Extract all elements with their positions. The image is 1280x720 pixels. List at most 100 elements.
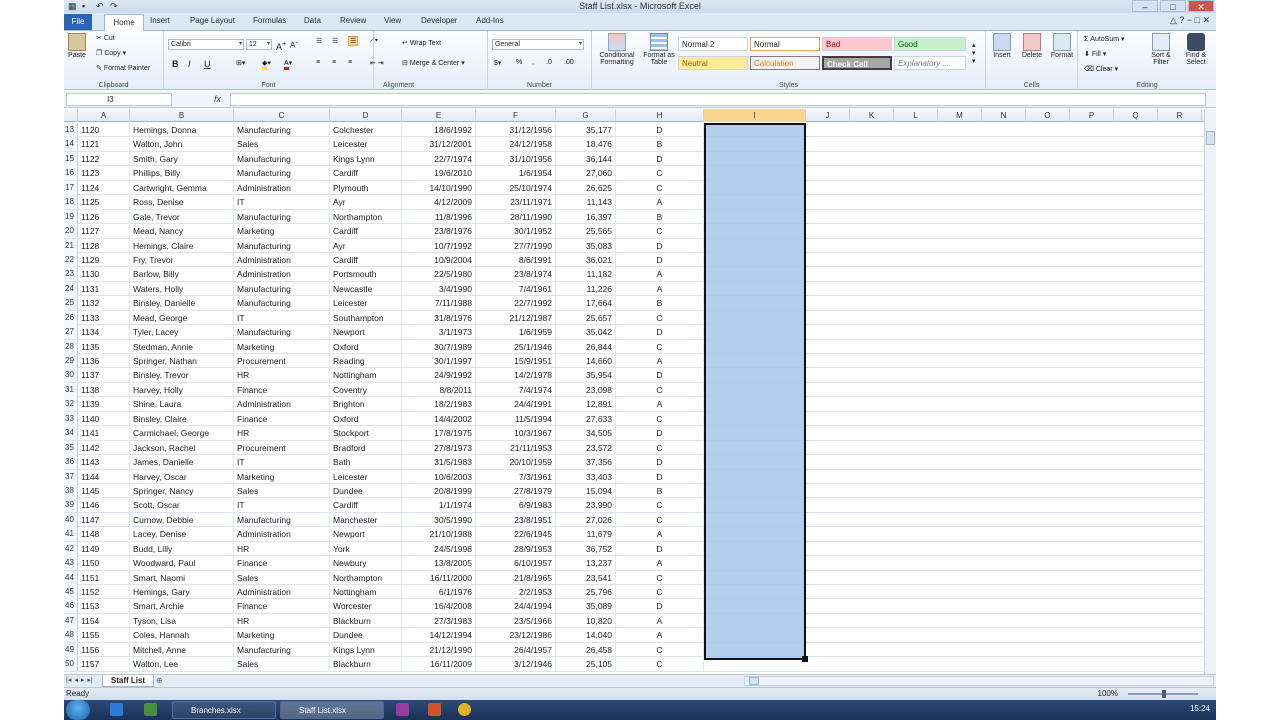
cell-department[interactable]: Marketing xyxy=(234,224,330,239)
row-header[interactable]: 26 xyxy=(64,310,78,325)
cell-salary[interactable]: 16,397 xyxy=(556,209,616,224)
cell-start-date[interactable]: 6/1/1976 xyxy=(402,585,476,599)
cell-department[interactable]: Administration xyxy=(234,252,330,267)
cell-grade[interactable]: D xyxy=(616,123,704,137)
cell-start-date[interactable]: 4/12/2009 xyxy=(402,195,476,210)
cell-grade[interactable]: A xyxy=(616,281,704,296)
cell-salary[interactable]: 10,820 xyxy=(556,613,616,628)
align-middle-button[interactable]: ☰ xyxy=(332,37,338,45)
tab-add-ins[interactable]: Add-Ins xyxy=(476,16,504,25)
font-size-combo[interactable]: 12 ▾ xyxy=(246,39,272,50)
table-row[interactable]: 26 1133 Mead, George IT Southampton 31/8/1976… xyxy=(64,310,1204,326)
cell-salary[interactable]: 12,891 xyxy=(556,397,616,412)
cell-id[interactable]: 1151 xyxy=(78,570,130,585)
indent-button[interactable]: ⇤ ⇥ xyxy=(370,59,384,67)
cell-name[interactable]: Harvey, Holly xyxy=(130,382,234,397)
cell-salary[interactable]: 25,796 xyxy=(556,585,616,599)
row-header[interactable]: 17 xyxy=(64,180,78,195)
cell-name[interactable]: Springer, Nancy xyxy=(130,483,234,498)
table-row[interactable]: 49 1156 Mitchell, Anne Manufacturing Kings L… xyxy=(64,642,1204,658)
row-header[interactable]: 31 xyxy=(64,382,78,397)
cell-name[interactable]: Shine, Laura xyxy=(130,397,234,412)
cell-id[interactable]: 1146 xyxy=(78,498,130,513)
zoom-level[interactable]: 100% xyxy=(1098,689,1118,698)
cell-grade[interactable]: D xyxy=(616,252,704,267)
cell-id[interactable]: 1135 xyxy=(78,339,130,354)
column-header-l[interactable]: L xyxy=(894,109,938,122)
cell-department[interactable]: HR xyxy=(234,613,330,628)
cell-birth-date[interactable]: 28/9/1953 xyxy=(476,541,556,556)
cell-department[interactable]: Procurement xyxy=(234,354,330,368)
cell-name[interactable]: Mitchell, Anne xyxy=(130,642,234,657)
table-row[interactable]: 28 1135 Stedman, Annie Marketing Oxford 30/7/… xyxy=(64,339,1204,354)
cell-department[interactable]: Manufacturing xyxy=(234,642,330,657)
cell-branch[interactable]: York xyxy=(330,541,402,556)
cell-department[interactable]: Manufacturing xyxy=(234,325,330,340)
cell-grade[interactable]: D xyxy=(616,238,704,253)
cell-grade[interactable]: B xyxy=(616,209,704,224)
cell-start-date[interactable]: 3/4/1990 xyxy=(402,281,476,296)
cell-birth-date[interactable]: 22/6/1945 xyxy=(476,527,556,542)
cell-grade[interactable]: C xyxy=(616,512,704,527)
table-row[interactable]: 40 1147 Curnow, Debbie Manufacturing Manches… xyxy=(64,512,1204,528)
cell-salary[interactable]: 25,565 xyxy=(556,224,616,239)
cell-id[interactable]: 1132 xyxy=(78,296,130,311)
cell-department[interactable]: Manufacturing xyxy=(234,166,330,181)
cell-birth-date[interactable]: 6/9/1983 xyxy=(476,498,556,513)
row-header[interactable]: 32 xyxy=(64,397,78,412)
format-cells-button[interactable]: Format xyxy=(1048,33,1076,59)
table-row[interactable]: 36 1143 James, Danielle IT Bath 31/5/1983 20/1… xyxy=(64,455,1204,470)
cell-name[interactable]: Woodward, Paul xyxy=(130,556,234,571)
row-header[interactable]: 29 xyxy=(64,354,78,368)
cell-salary[interactable]: 26,625 xyxy=(556,180,616,195)
number-format-combo[interactable]: General ▾ xyxy=(492,39,584,50)
italic-button[interactable]: I xyxy=(188,59,191,69)
cell-name[interactable]: Binsley, Trevor xyxy=(130,368,234,383)
cell-salary[interactable]: 14,660 xyxy=(556,354,616,368)
cell-name[interactable]: Curnow, Debbie xyxy=(130,512,234,527)
format-as-table-button[interactable]: Format as Table xyxy=(642,33,676,66)
column-header-h[interactable]: H xyxy=(616,109,704,122)
cell-birth-date[interactable]: 23/8/1951 xyxy=(476,512,556,527)
row-header[interactable]: 48 xyxy=(64,628,78,643)
find-select-button[interactable]: Find & Select xyxy=(1178,33,1214,66)
cell-id[interactable]: 1153 xyxy=(78,599,130,614)
row-header[interactable]: 28 xyxy=(64,339,78,354)
table-row[interactable]: 38 1145 Springer, Nancy Sales Dundee 20/8/199… xyxy=(64,483,1204,499)
cell-name[interactable]: Coles, Hannah xyxy=(130,628,234,643)
row-header[interactable]: 36 xyxy=(64,455,78,470)
cell-id[interactable]: 1156 xyxy=(78,642,130,657)
cell-name[interactable]: Tyler, Lacey xyxy=(130,325,234,340)
cell-branch[interactable]: Blackburn xyxy=(330,657,402,672)
paste-button[interactable]: Paste xyxy=(66,33,88,59)
cell-department[interactable]: Manufacturing xyxy=(234,151,330,166)
cell-birth-date[interactable]: 11/5/1994 xyxy=(476,411,556,426)
cell-salary[interactable]: 18,476 xyxy=(556,137,616,152)
row-header[interactable]: 25 xyxy=(64,296,78,311)
cell-salary[interactable]: 17,664 xyxy=(556,296,616,311)
cell-branch[interactable]: Colchester xyxy=(330,123,402,137)
tab-formulas[interactable]: Formulas xyxy=(253,16,286,25)
table-row[interactable]: 50 1157 Walton, Lee Sales Blackburn 16/11/200… xyxy=(64,657,1204,672)
cell-id[interactable]: 1140 xyxy=(78,411,130,426)
cell-grade[interactable]: C xyxy=(616,498,704,513)
cell-salary[interactable]: 36,021 xyxy=(556,252,616,267)
row-header[interactable]: 43 xyxy=(64,556,78,571)
sheet-nav-buttons[interactable]: |◂ ◂ ▸ ▸| xyxy=(66,676,93,684)
cell-start-date[interactable]: 10/9/2004 xyxy=(402,252,476,267)
cell-birth-date[interactable]: 24/4/1991 xyxy=(476,397,556,412)
copy-button[interactable]: ❐ Copy ▾ xyxy=(96,49,126,57)
cell-id[interactable]: 1134 xyxy=(78,325,130,340)
style-calculation[interactable]: Calculation xyxy=(750,56,820,70)
cell-id[interactable]: 1130 xyxy=(78,267,130,282)
row-header[interactable]: 49 xyxy=(64,642,78,657)
align-left-button[interactable]: ≡ xyxy=(316,59,320,66)
cell-birth-date[interactable]: 7/3/1961 xyxy=(476,469,556,484)
cut-button[interactable]: ✂ Cut xyxy=(96,34,115,42)
tab-developer[interactable]: Developer xyxy=(421,16,457,25)
cell-department[interactable]: Finance xyxy=(234,599,330,614)
row-header[interactable]: 24 xyxy=(64,281,78,296)
cell-department[interactable]: Finance xyxy=(234,411,330,426)
cell-name[interactable]: Binsley, Claire xyxy=(130,411,234,426)
table-row[interactable]: 45 1152 Hemings, Gary Administration Notting… xyxy=(64,585,1204,600)
